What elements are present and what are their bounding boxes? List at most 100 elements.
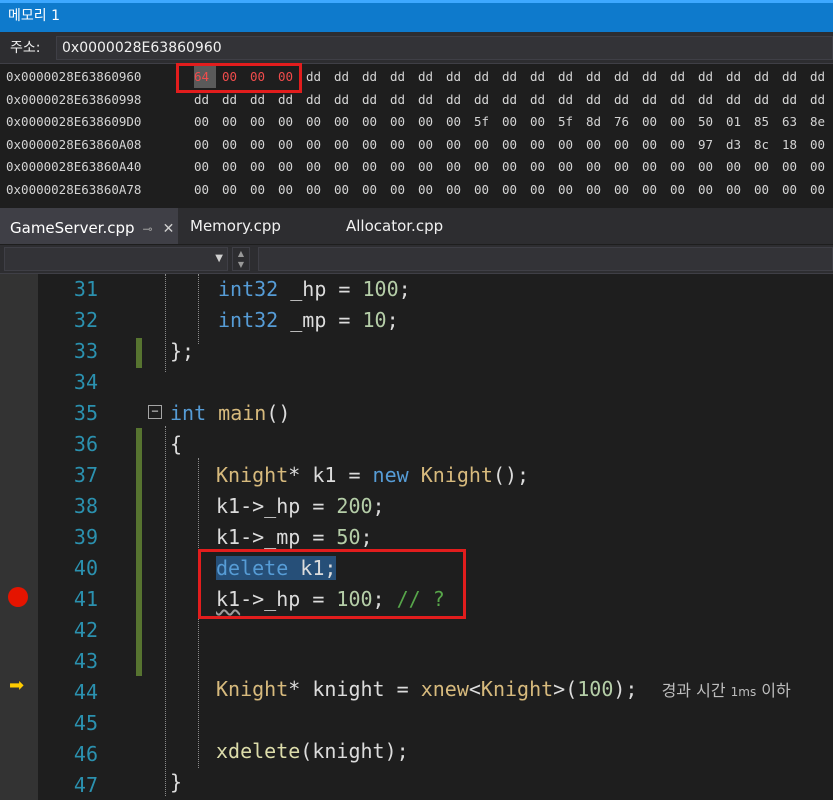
memory-byte[interactable]: 00	[362, 156, 384, 178]
memory-byte[interactable]: 00	[586, 134, 608, 156]
memory-byte[interactable]: 85	[754, 111, 776, 133]
memory-byte[interactable]: dd	[558, 66, 580, 88]
memory-byte[interactable]: 00	[670, 134, 692, 156]
memory-byte[interactable]: 8e	[810, 111, 832, 133]
memory-byte[interactable]: dd	[306, 89, 328, 111]
memory-byte[interactable]: 00	[250, 179, 272, 201]
memory-byte[interactable]: dd	[334, 89, 356, 111]
memory-byte[interactable]: 00	[390, 134, 412, 156]
memory-byte[interactable]: 00	[306, 156, 328, 178]
memory-byte[interactable]: 00	[726, 156, 748, 178]
memory-byte[interactable]: 00	[334, 111, 356, 133]
memory-byte[interactable]: 18	[782, 134, 804, 156]
glyph-margin[interactable]	[0, 274, 38, 800]
memory-byte[interactable]: dd	[754, 66, 776, 88]
memory-byte[interactable]: 00	[642, 156, 664, 178]
memory-byte[interactable]: dd	[306, 66, 328, 88]
memory-row[interactable]: 0x0000028E638609D0 00 00 00 00 00 00 00 00 00 00 5f…	[0, 111, 833, 133]
memory-byte[interactable]: dd	[530, 66, 552, 88]
memory-byte[interactable]: 00	[474, 156, 496, 178]
memory-byte[interactable]: 00	[530, 134, 552, 156]
memory-byte[interactable]: 00	[502, 179, 524, 201]
memory-byte[interactable]: 00	[446, 179, 468, 201]
memory-byte[interactable]: dd	[418, 66, 440, 88]
memory-byte[interactable]: 00	[642, 134, 664, 156]
memory-byte[interactable]: 8d	[586, 111, 608, 133]
fold-toggle-icon[interactable]: −	[148, 405, 162, 419]
memory-row[interactable]: 0x0000028E63860A40 00 00 00 00 00 00 00 00 00 00 00…	[0, 156, 833, 178]
memory-byte[interactable]: 00	[194, 179, 216, 201]
memory-byte[interactable]: dd	[502, 66, 524, 88]
memory-byte[interactable]: dd	[670, 66, 692, 88]
memory-byte[interactable]: 00	[530, 179, 552, 201]
memory-row[interactable]: 0x0000028E63860A08 00 00 00 00 00 00 00 00 00 00 00…	[0, 134, 833, 156]
memory-byte[interactable]: 00	[558, 179, 580, 201]
memory-byte[interactable]: dd	[810, 66, 832, 88]
memory-byte[interactable]: dd	[446, 89, 468, 111]
memory-byte[interactable]: 00	[726, 179, 748, 201]
memory-byte[interactable]: 00	[530, 111, 552, 133]
memory-byte[interactable]: 00	[558, 134, 580, 156]
memory-byte[interactable]: dd	[586, 89, 608, 111]
memory-byte[interactable]: 5f	[474, 111, 496, 133]
memory-byte[interactable]: dd	[670, 89, 692, 111]
memory-byte[interactable]: 00	[502, 156, 524, 178]
memory-byte[interactable]: 00	[278, 156, 300, 178]
memory-byte[interactable]: 00	[390, 156, 412, 178]
memory-window-title[interactable]: 메모리 1	[0, 0, 833, 32]
memory-byte[interactable]: 00	[362, 179, 384, 201]
memory-byte[interactable]: 00	[278, 179, 300, 201]
memory-byte[interactable]: 00	[474, 134, 496, 156]
memory-byte[interactable]: dd	[502, 89, 524, 111]
memory-byte[interactable]: 00	[698, 179, 720, 201]
memory-byte[interactable]: 76	[614, 111, 636, 133]
memory-byte[interactable]: 01	[726, 111, 748, 133]
tab-memory-cpp[interactable]: Memory.cpp	[180, 208, 330, 244]
memory-byte[interactable]: 00	[446, 156, 468, 178]
memory-byte[interactable]: 00	[502, 134, 524, 156]
memory-byte[interactable]: 00	[698, 156, 720, 178]
memory-byte[interactable]: 00	[642, 111, 664, 133]
code-editor[interactable]: 31 32 33 34 35 36 37 38 39 40 41 42 43 44 45 46 47 ➡ − i…	[0, 274, 833, 800]
memory-byte[interactable]: 00	[474, 179, 496, 201]
memory-byte[interactable]: dd	[642, 66, 664, 88]
memory-byte[interactable]: 97	[698, 134, 720, 156]
memory-byte[interactable]: 00	[614, 179, 636, 201]
memory-byte[interactable]: 00	[586, 156, 608, 178]
address-input[interactable]: 0x0000028E63860960	[56, 36, 833, 60]
memory-byte[interactable]: 00	[418, 179, 440, 201]
memory-byte[interactable]: 00	[446, 111, 468, 133]
memory-byte[interactable]: 00	[446, 134, 468, 156]
memory-byte[interactable]: 00	[810, 156, 832, 178]
memory-byte[interactable]: 00	[670, 156, 692, 178]
memory-byte[interactable]: 00	[670, 111, 692, 133]
memory-byte[interactable]: dd	[810, 89, 832, 111]
memory-byte[interactable]: 00	[250, 156, 272, 178]
memory-byte[interactable]: 00	[222, 179, 244, 201]
memory-byte[interactable]: 00	[278, 111, 300, 133]
memory-byte[interactable]: 00	[194, 134, 216, 156]
memory-grid[interactable]: 0x0000028E63860960 64 00 00 00 dd dd dd dd dd dd dd…	[0, 66, 833, 206]
memory-byte[interactable]: 00	[306, 134, 328, 156]
memory-byte[interactable]: 00	[586, 179, 608, 201]
memory-byte[interactable]: 00	[418, 111, 440, 133]
memory-byte[interactable]: dd	[390, 89, 412, 111]
memory-byte[interactable]: dd	[558, 89, 580, 111]
memory-byte[interactable]: 63	[782, 111, 804, 133]
memory-byte[interactable]: 00	[530, 156, 552, 178]
tab-allocator-cpp[interactable]: Allocator.cpp	[336, 208, 496, 244]
memory-byte[interactable]: 00	[222, 134, 244, 156]
memory-byte[interactable]: 00	[390, 111, 412, 133]
memory-byte[interactable]: dd	[362, 89, 384, 111]
memory-row[interactable]: 0x0000028E63860998 dd dd dd dd dd dd dd dd dd dd dd…	[0, 89, 833, 111]
memory-byte[interactable]: 00	[194, 156, 216, 178]
memory-row[interactable]: 0x0000028E63860A78 00 00 00 00 00 00 00 00 00 00 00…	[0, 179, 833, 201]
memory-byte[interactable]: 00	[754, 179, 776, 201]
tab-gameserver-cpp[interactable]: GameServer.cpp ⊸ ✕	[0, 208, 178, 244]
memory-byte[interactable]: 00	[670, 179, 692, 201]
memory-byte[interactable]: 00	[306, 179, 328, 201]
memory-byte[interactable]: 00	[334, 156, 356, 178]
memory-byte[interactable]: 00	[390, 179, 412, 201]
memory-byte[interactable]: 00	[614, 134, 636, 156]
memory-byte[interactable]: dd	[362, 66, 384, 88]
